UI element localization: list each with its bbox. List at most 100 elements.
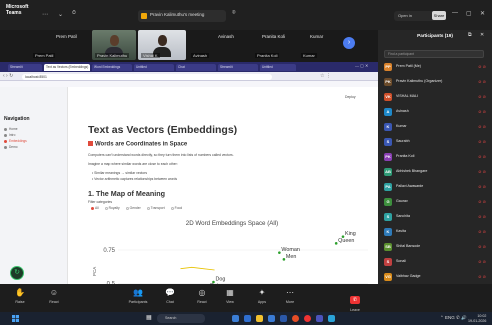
dot-icon <box>4 139 7 143</box>
participant-row[interactable]: PK Pranita Koli ⊘ ⊘ <box>384 151 488 163</box>
muted-mic-icon: ⊘ ⊘ <box>478 199 486 204</box>
participant-top-name: Prem Patil <box>56 34 77 39</box>
windows-taskbar: ▦ Search ⌃ ENG ✆ 🔊 10:02 19-01-2026 <box>0 312 492 325</box>
participant-row[interactable]: PK Pravin Kalimuthu (Organizer) ⊘ ⊘ <box>384 76 488 88</box>
participant-tile[interactable]: Kumar Kumar <box>298 30 338 60</box>
participant-row[interactable]: VG Vaibhav Gadge ⊘ ⊘ <box>384 271 488 283</box>
sidebar-item-label: Home <box>9 127 18 131</box>
meeting-icon <box>141 13 147 19</box>
category-radio[interactable]: Royalty <box>102 206 120 210</box>
windows-start-icon[interactable] <box>12 315 19 322</box>
close-icon[interactable]: ✕ <box>480 32 484 38</box>
browser-tab[interactable]: Untitled <box>260 64 296 71</box>
taskbar-clock[interactable]: 10:02 19-01-2026 <box>468 314 486 323</box>
file-explorer-icon[interactable] <box>256 315 263 322</box>
toolbar-button[interactable]: 💬 Chat <box>156 288 184 304</box>
browser-tab[interactable]: Word Embeddings <box>92 64 132 71</box>
participant-row[interactable]: PA Pallavi Awasarde ⊘ ⊘ <box>384 181 488 193</box>
participant-row[interactable]: S Saurabh ⊘ ⊘ <box>384 136 488 148</box>
browser-actions-icon[interactable]: ☆ ⋮ <box>320 73 331 79</box>
back-forward-icon[interactable]: ‹ › ↻ <box>3 73 13 79</box>
chevron-down-icon[interactable]: ⌄ <box>58 11 63 18</box>
participant-tile[interactable]: Prem Patil Prem Patil <box>30 30 90 60</box>
url-input[interactable]: localhost:8501 <box>22 73 272 80</box>
deploy-button[interactable]: Deploy <box>345 95 356 99</box>
pop-out-icon[interactable]: ⧉ <box>468 32 472 38</box>
browser-tab[interactable]: Streamlit <box>218 64 258 71</box>
toolbar-button[interactable]: ✋ Raise <box>6 288 34 304</box>
sidebar-item[interactable]: Demo <box>4 145 18 149</box>
participant-name: Sonali <box>396 259 406 263</box>
chrome-icon[interactable] <box>292 315 299 322</box>
participant-top-name: Avinash <box>218 34 234 39</box>
participant-name: Shital Bansode <box>396 244 421 248</box>
widgets-icon[interactable]: ▦ <box>146 314 152 321</box>
participant-row[interactable]: AB Abhishek Bhangare ⊘ ⊘ <box>384 166 488 178</box>
task-view-icon[interactable] <box>232 315 239 322</box>
browser-tab[interactable]: Chat <box>176 64 216 71</box>
participant-name: Pallavi Awasarde <box>396 184 424 188</box>
browser-tab[interactable]: Streamlit <box>8 64 42 71</box>
sidebar-item[interactable]: Home <box>4 127 18 131</box>
browser-tab-active[interactable]: Text as Vectors (Embeddings) <box>44 64 90 71</box>
toolbar-button[interactable]: ⋯ More <box>276 288 304 304</box>
filter-label: Filter categories <box>88 200 113 204</box>
muted-mic-icon: ⊘ ⊘ <box>478 259 486 264</box>
muted-mic-icon: ⊘ ⊘ <box>478 139 486 144</box>
participant-row[interactable]: K Kavita ⊘ ⊘ <box>384 226 488 238</box>
participant-row[interactable]: S Sanchita ⊘ ⊘ <box>384 211 488 223</box>
leave-button[interactable]: ✆ Leave <box>342 288 368 312</box>
app-icon[interactable] <box>328 315 335 322</box>
category-radio[interactable]: Transport <box>144 206 165 210</box>
toolbar-button[interactable]: ☺ React <box>40 288 68 304</box>
participant-tile-video[interactable]: Vishal K <box>138 30 186 60</box>
sidebar-item[interactable]: Intro <box>4 133 15 137</box>
participant-search-input[interactable]: Find a participant <box>384 50 484 58</box>
participant-tile[interactable]: Pranita Koli Pranita Koli <box>252 30 296 60</box>
participant-row[interactable]: SB Shital Bansode ⊘ ⊘ <box>384 241 488 253</box>
system-tray-icons[interactable]: ⌃ ENG ✆ 🔊 <box>440 315 467 321</box>
participant-name: VISHAL MALI <box>396 94 419 98</box>
avatar: S <box>384 258 392 266</box>
toolbar-button[interactable]: 👥 Participants <box>124 288 152 304</box>
sidebar-item-active[interactable]: Embeddings <box>4 139 27 143</box>
taskbar-search[interactable]: Search <box>157 314 205 323</box>
toolbar-button[interactable]: ◎ React <box>188 288 216 304</box>
copilot-icon[interactable]: ↻ <box>10 266 24 280</box>
browser-tab[interactable]: Untitled <box>134 64 174 71</box>
participant-row[interactable]: S Sonali ⊘ ⊘ <box>384 256 488 268</box>
share-button[interactable]: Share <box>432 11 446 20</box>
teams-icon[interactable] <box>316 315 323 322</box>
participant-row[interactable]: PP Prem Patil (Me) ⊘ ⊘ <box>384 61 488 73</box>
participant-row[interactable]: G Gaurav ⊘ ⊘ <box>384 196 488 208</box>
app-icon[interactable] <box>268 315 275 322</box>
point-label: Men <box>286 254 297 260</box>
close-icon[interactable]: ✕ <box>480 10 485 17</box>
paragraph: Imagine a map where similar words are cl… <box>88 162 178 166</box>
participant-row[interactable]: A Avinash ⊘ ⊘ <box>384 106 488 118</box>
category-radio[interactable]: Food <box>168 206 182 210</box>
minimize-icon[interactable]: — <box>452 10 458 16</box>
participant-tile-video[interactable]: Pravin Kalimuthu <box>92 30 136 60</box>
embedding-scatter-chart: 2D Word Embeddings Space (All) 0.50.75PC… <box>88 214 376 284</box>
app-icon[interactable] <box>304 315 311 322</box>
participant-row[interactable]: VK VISHAL MALI ⊘ ⊘ <box>384 91 488 103</box>
category-radio[interactable]: All <box>88 206 99 210</box>
avatar: PP <box>384 63 392 71</box>
browser-icon[interactable] <box>244 315 251 322</box>
next-participants-button[interactable]: › <box>343 37 355 49</box>
shield-icon[interactable]: ⌾ <box>232 10 236 17</box>
sidebar-item-label: Demo <box>9 145 18 149</box>
participant-row[interactable]: K Kumar ⊘ ⊘ <box>384 121 488 133</box>
sidebar-item-label: Embeddings <box>9 139 27 143</box>
category-radio[interactable]: Gender <box>123 206 141 210</box>
maximize-icon[interactable]: ▢ <box>466 10 472 17</box>
meeting-title-chip[interactable]: Pravin Kalimuthu's meeting <box>138 10 226 22</box>
app-icon[interactable] <box>280 315 287 322</box>
toolbar-button[interactable]: ✦ Apps <box>248 288 276 304</box>
more-options-icon[interactable]: ⋯ <box>42 11 48 18</box>
participant-tile[interactable]: Avinash Avinash <box>188 30 250 60</box>
muted-mic-icon: ⊘ ⊘ <box>478 274 486 279</box>
toolbar-button[interactable]: ▦ View <box>216 288 244 304</box>
window-controls-icon[interactable]: — ▢ ✕ <box>355 63 368 68</box>
